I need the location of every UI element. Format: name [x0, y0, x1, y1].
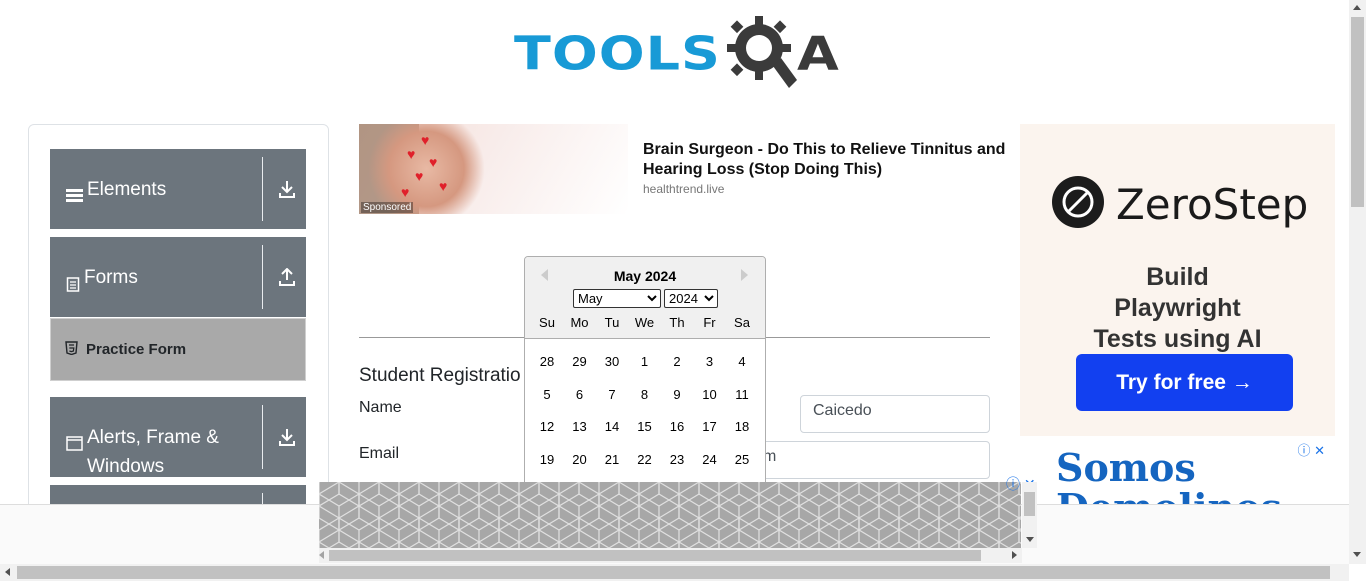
calendar-day[interactable]: 10: [696, 383, 724, 407]
ad-brand: ZeroStep: [1116, 180, 1309, 229]
calendar-day[interactable]: 15: [631, 415, 659, 439]
ad2-text: Somos Demolinos: [1056, 445, 1282, 507]
sidebar-group-forms[interactable]: Forms: [50, 237, 306, 317]
ad-tagline: Build Playwright Tests using AI: [1093, 263, 1262, 353]
zerostep-ad[interactable]: ZeroStep Build Playwright Tests using AI…: [1020, 124, 1335, 444]
html5-icon: [65, 340, 78, 359]
calendar-day[interactable]: 24: [696, 448, 724, 472]
calendar-day[interactable]: 21: [598, 448, 626, 472]
sidebar-group-label: Alerts, Frame & Windows: [87, 427, 219, 477]
document-icon: [66, 272, 80, 301]
page-horizontal-scrollbar[interactable]: [0, 564, 1349, 581]
sidebar-item-label: Practice Form: [86, 341, 187, 358]
calendar-day[interactable]: 19: [533, 448, 561, 472]
calendar-day[interactable]: 30: [598, 350, 626, 374]
sponsored-image[interactable]: ♥ ♥ ♥ ♥ ♥ ♥ Sponsored: [359, 124, 628, 214]
divider: [262, 245, 263, 309]
secondary-ad[interactable]: ⓘ ✕ Somos Demolinos: [1020, 436, 1335, 506]
zerostep-logo-icon: [1052, 176, 1104, 228]
download-icon[interactable]: [277, 425, 297, 449]
calendar-day[interactable]: 16: [663, 415, 691, 439]
logo-text-a: A: [796, 26, 839, 81]
day-name: Su: [539, 315, 555, 330]
calendar-day[interactable]: 3: [696, 350, 724, 374]
hamburger-icon: [66, 183, 83, 212]
page: TOOLS A Elements Forms Practice Form Ale…: [0, 0, 1366, 581]
datepicker: May 2024 JanuaryFebruaryMarchAprilMayJun…: [524, 256, 766, 496]
last-name-input[interactable]: Caicedo: [800, 395, 990, 433]
sidebar-group-label: Forms: [84, 267, 138, 288]
calendar-day[interactable]: 29: [566, 350, 594, 374]
day-name: Mo: [570, 315, 589, 330]
calendar-day[interactable]: 28: [533, 350, 561, 374]
calendar-day[interactable]: 8: [631, 383, 659, 407]
logo-text: TOOLS: [514, 26, 721, 81]
day-name: We: [634, 315, 655, 330]
upload-icon[interactable]: [277, 265, 297, 289]
window-icon: [66, 431, 83, 460]
divider: [262, 157, 263, 221]
day-name: Th: [669, 315, 685, 330]
day-name: Fr: [703, 315, 716, 330]
calendar-day[interactable]: 14: [598, 415, 626, 439]
calendar-day[interactable]: 12: [533, 415, 561, 439]
try-for-free-button[interactable]: Try for free →: [1076, 354, 1293, 411]
month-select[interactable]: JanuaryFebruaryMarchAprilMayJuneJulyAugu…: [573, 289, 661, 308]
sponsored-headline[interactable]: Brain Surgeon - Do This to Relieve Tinni…: [643, 140, 1023, 180]
calendar-day[interactable]: 18: [728, 415, 756, 439]
divider: [262, 405, 263, 469]
calendar-day[interactable]: 20: [566, 448, 594, 472]
datepicker-current-month: May 2024: [613, 268, 677, 284]
calendar-day[interactable]: 2: [663, 350, 691, 374]
calendar-day[interactable]: 13: [566, 415, 594, 439]
page-vertical-scrollbar[interactable]: [1349, 0, 1366, 564]
datepicker-header: May 2024 JanuaryFebruaryMarchAprilMayJun…: [525, 257, 765, 339]
calendar-day[interactable]: 1: [631, 350, 659, 374]
calendar-day[interactable]: 4: [728, 350, 756, 374]
gear-magnifier-icon: [725, 14, 801, 95]
calendar-day[interactable]: 7: [598, 383, 626, 407]
sidebar-group-label: Elements: [87, 179, 167, 200]
day-name: Tu: [604, 315, 620, 330]
toolsqa-logo[interactable]: TOOLS A: [514, 14, 839, 95]
calendar-day[interactable]: 6: [566, 383, 594, 407]
section-title: Student Registratio: [359, 365, 521, 386]
calendar-day[interactable]: 11: [728, 383, 756, 407]
calendar-day[interactable]: 22: [631, 448, 659, 472]
sidebar-group-elements[interactable]: Elements: [50, 149, 306, 229]
email-label: Email: [359, 445, 400, 462]
sidebar-group-alerts[interactable]: Alerts, Frame & Windows: [50, 397, 306, 477]
year-select[interactable]: 2022202320242025: [664, 289, 718, 308]
calendar-day[interactable]: 5: [533, 383, 561, 407]
calendar-day[interactable]: 23: [663, 448, 691, 472]
sponsored-source[interactable]: healthtrend.live: [643, 182, 724, 196]
bottom-banner-ad[interactable]: [319, 482, 1021, 548]
email-input[interactable]: m: [740, 441, 990, 479]
sidebar: Elements Forms Practice Form Alerts, Fra…: [28, 124, 329, 557]
calendar-day[interactable]: 9: [663, 383, 691, 407]
ad-horizontal-scrollbar[interactable]: [319, 548, 1022, 563]
ad-vertical-scrollbar[interactable]: [1022, 482, 1037, 548]
calendar-day[interactable]: 17: [696, 415, 724, 439]
next-month-icon[interactable]: [741, 269, 748, 281]
calendar-day[interactable]: 25: [728, 448, 756, 472]
sponsored-label: Sponsored: [361, 202, 414, 213]
day-name: Sa: [734, 315, 750, 330]
name-label: Name: [359, 399, 402, 416]
sidebar-item-practice-form[interactable]: Practice Form: [50, 318, 306, 381]
download-icon[interactable]: [277, 177, 297, 201]
